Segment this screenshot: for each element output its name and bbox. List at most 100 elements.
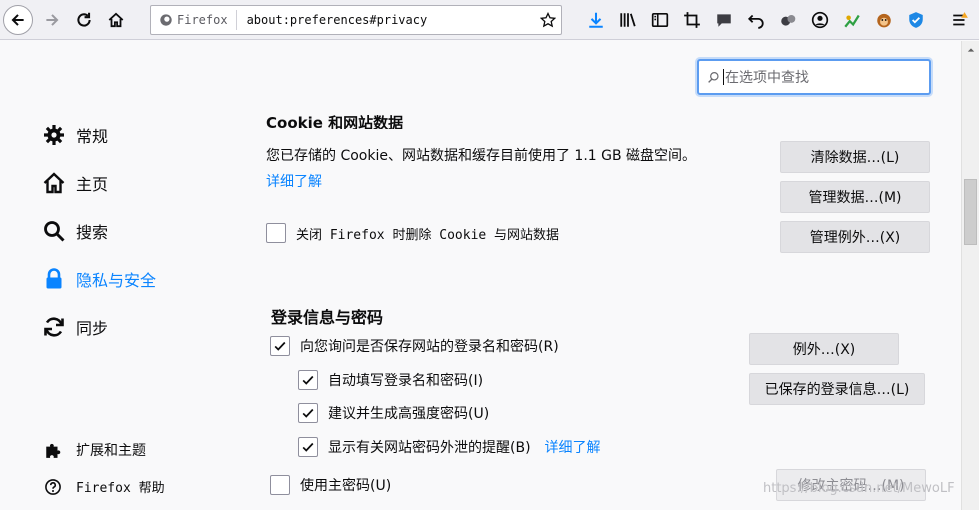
monkey-icon	[877, 13, 891, 28]
suggest-passwords-label: 建议并生成高强度密码(U)	[328, 406, 490, 422]
clear-data-button[interactable]: 清除数据…(L)	[780, 141, 930, 173]
sidebar-item-label: 隐私与安全	[76, 271, 157, 290]
balls-icon	[781, 14, 796, 26]
sidebar-item-sync[interactable]: 同步	[42, 315, 108, 339]
home-icon	[43, 172, 65, 194]
chat-extension-button[interactable]	[708, 4, 740, 36]
search-icon	[44, 221, 65, 242]
manage-exceptions-button[interactable]: 管理例外…(X)	[780, 221, 930, 253]
breach-learn-more-link[interactable]: 详细了解	[545, 437, 601, 457]
master-password-label: 使用主密码(U)	[300, 478, 392, 494]
library-icon	[620, 13, 636, 27]
firefox-logo-icon	[160, 14, 172, 26]
back-arrow-icon	[3, 5, 33, 35]
autofill-logins-label: 自动填写登录名和密码(I)	[328, 373, 484, 389]
sidebar-item-label: 同步	[76, 319, 109, 338]
search-icon	[708, 71, 719, 83]
menu-button[interactable]	[944, 4, 976, 36]
game-extension-button[interactable]	[772, 4, 804, 36]
saved-logins-button[interactable]: 已保存的登录信息…(L)	[749, 373, 925, 405]
sidebar-item-label: 常规	[76, 127, 109, 146]
logins-exceptions-button[interactable]: 例外…(X)	[749, 333, 899, 365]
help-circle-icon	[45, 478, 61, 495]
sidebar-item-privacy[interactable]: 隐私与安全	[42, 267, 156, 291]
chart-extension-icon	[844, 14, 860, 28]
home-icon	[108, 12, 124, 28]
reload-icon	[77, 12, 91, 27]
breach-alerts-label: 显示有关网站密码外泄的提醒(B)	[328, 440, 531, 456]
lock-icon	[46, 268, 62, 289]
sidebar-toggle-button[interactable]	[644, 4, 676, 36]
vertical-scrollbar[interactable]	[961, 41, 979, 510]
downloads-button[interactable]	[580, 4, 612, 36]
cookies-learn-more-link[interactable]: 详细了解	[266, 171, 322, 191]
hamburger-menu-icon	[953, 12, 968, 26]
shield-extension-button[interactable]	[900, 4, 932, 36]
sidebar-extensions-link[interactable]: 扩展和主题	[44, 440, 146, 460]
checkmark-icon	[302, 408, 314, 418]
tampermonkey-button[interactable]	[868, 4, 900, 36]
sidebar-extensions-label: 扩展和主题	[76, 443, 146, 459]
sidebar-item-label: 主页	[76, 175, 109, 194]
breach-alerts-checkbox[interactable]	[298, 437, 318, 457]
screenshot-button[interactable]	[676, 4, 708, 36]
logins-section-title: 登录信息与密码	[271, 308, 384, 327]
sidebar-item-label: 搜索	[76, 223, 109, 242]
undo-arrow-icon	[747, 14, 764, 29]
cookies-usage-text: 您已存储的 Cookie、网站数据和缓存目前使用了 1.1 GB 磁盘空间。	[266, 148, 697, 164]
browser-toolbar: Firefox about:preferences#privacy	[0, 0, 979, 40]
forward-button[interactable]	[36, 4, 68, 36]
delete-cookies-on-close-row[interactable]: 关闭 Firefox 时删除 Cookie 与网站数据	[266, 223, 559, 243]
search-placeholder: 在选项中查找	[725, 70, 809, 86]
suggest-passwords-checkbox[interactable]	[298, 403, 318, 423]
library-button[interactable]	[612, 4, 644, 36]
master-password-checkbox[interactable]	[270, 475, 290, 495]
account-icon	[811, 11, 829, 29]
download-icon	[589, 12, 603, 28]
autofill-logins-checkbox[interactable]	[298, 370, 318, 390]
checkmark-icon	[274, 341, 286, 351]
suggest-passwords-row[interactable]: 建议并生成高强度密码(U)	[298, 403, 489, 423]
ask-save-logins-checkbox[interactable]	[270, 336, 290, 356]
checkmark-icon	[302, 442, 314, 452]
triangle-up-icon	[967, 47, 975, 52]
reload-button[interactable]	[68, 4, 100, 36]
shield-check-icon	[909, 12, 923, 28]
gear-icon	[44, 125, 64, 145]
home-button[interactable]	[100, 4, 132, 36]
ask-save-logins-label: 向您询问是否保存网站的登录名和密码(R)	[300, 339, 559, 355]
delete-cookies-on-close-label: 关闭 Firefox 时删除 Cookie 与网站数据	[296, 227, 560, 243]
scroll-up-arrow[interactable]	[962, 41, 979, 58]
identity-label: Firefox	[177, 13, 228, 27]
url-text[interactable]: about:preferences#privacy	[237, 13, 535, 27]
checkmark-icon	[302, 375, 314, 385]
sync-icon	[44, 317, 64, 337]
identity-box[interactable]: Firefox	[151, 10, 237, 30]
star-icon	[540, 12, 556, 28]
sidebar-item-general[interactable]: 常规	[42, 123, 108, 147]
undo-extension-button[interactable]	[740, 4, 772, 36]
cookies-section-heading: Cookie 和网站数据	[266, 114, 404, 129]
url-bar[interactable]: Firefox about:preferences#privacy	[150, 5, 562, 35]
watermark-text: https://blog.csdn.net/MewoLF	[763, 481, 955, 496]
autofill-logins-row[interactable]: 自动填写登录名和密码(I)	[298, 370, 483, 390]
manage-data-button[interactable]: 管理数据…(M)	[780, 181, 930, 213]
preferences-search-input[interactable]: 在选项中查找	[697, 59, 931, 95]
account-button[interactable]	[804, 4, 836, 36]
back-button[interactable]	[2, 4, 34, 36]
master-password-row[interactable]: 使用主密码(U)	[270, 475, 391, 495]
preferences-page: 在选项中查找 常规 主页 搜索 隐私与安全 同步 扩展和主题 Firefox 帮…	[0, 41, 961, 510]
delete-cookies-on-close-checkbox[interactable]	[266, 223, 286, 243]
breach-alerts-row[interactable]: 显示有关网站密码外泄的提醒(B) 详细了解	[298, 437, 601, 457]
bookmark-star-button[interactable]	[535, 12, 561, 28]
crop-icon	[684, 12, 700, 28]
sidebar-item-search[interactable]: 搜索	[42, 219, 108, 243]
sidebar-item-home[interactable]: 主页	[42, 171, 108, 195]
text-cursor	[723, 69, 724, 85]
scroll-thumb[interactable]	[964, 179, 977, 245]
ask-save-logins-row[interactable]: 向您询问是否保存网站的登录名和密码(R)	[270, 336, 559, 356]
chat-bubble-icon	[717, 14, 731, 27]
sidebar-icon	[651, 12, 669, 28]
sidebar-help-link[interactable]: Firefox 帮助	[44, 477, 165, 496]
stats-extension-button[interactable]	[836, 4, 868, 36]
